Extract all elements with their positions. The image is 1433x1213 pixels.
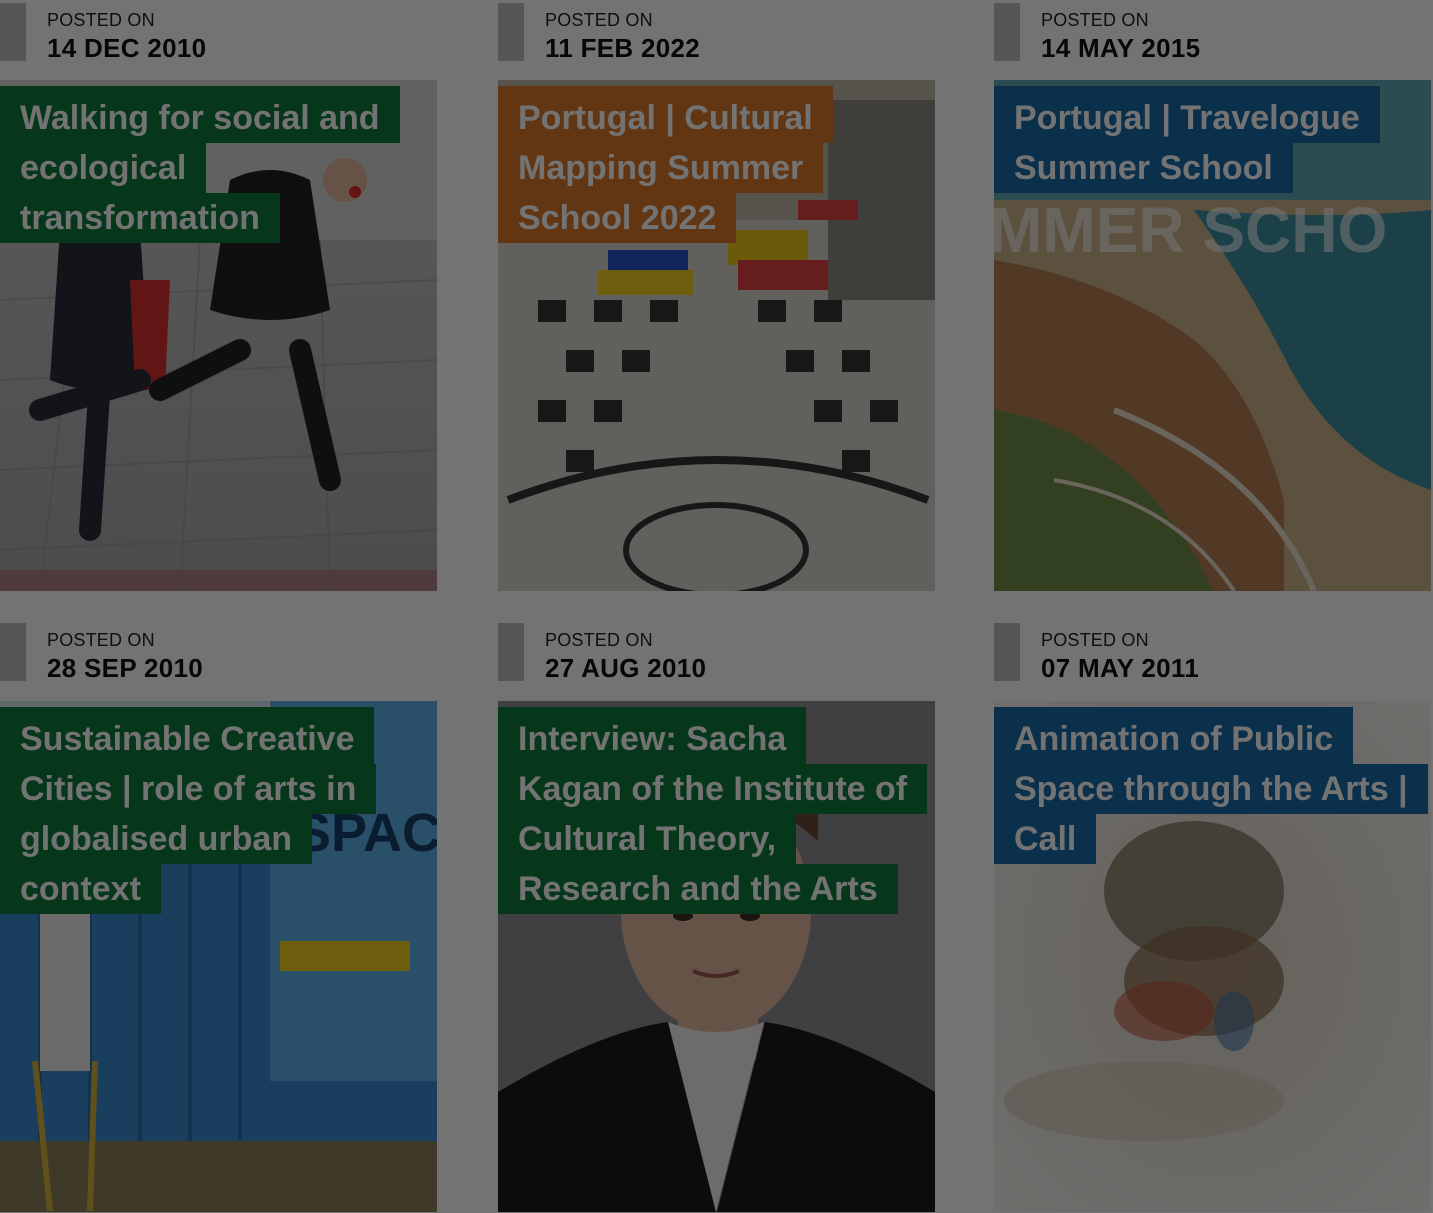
title-line[interactable]: Interview: Sacha xyxy=(498,707,807,764)
title-line[interactable]: Portugal | Travelogue xyxy=(994,86,1380,143)
post-meta: POSTED ON 14 DEC 2010 xyxy=(0,0,437,80)
posted-on-label: POSTED ON xyxy=(1041,10,1149,30)
meta-accent-bar xyxy=(0,623,26,681)
post-date: 27 AUG 2010 xyxy=(545,653,707,683)
meta-accent-bar xyxy=(994,623,1020,681)
aerial-overlay-text: MMER SCHO xyxy=(994,194,1387,266)
post-date: 07 MAY 2011 xyxy=(1041,653,1199,683)
post-thumbnail[interactable]: MMER SCHO Portugal | Travelogue Summer S… xyxy=(994,80,1431,591)
title-line[interactable]: ecological xyxy=(0,143,207,193)
post-card[interactable]: POSTED ON 14 MAY 2015 MMER SCHO Portugal… xyxy=(994,0,1431,592)
title-line[interactable]: School 2022 xyxy=(498,193,737,243)
post-date: 14 MAY 2015 xyxy=(1041,33,1201,63)
title-line[interactable]: Kagan of the Institute of xyxy=(498,764,928,814)
post-date: 28 SEP 2010 xyxy=(47,653,204,683)
title-line[interactable]: Cities | role of arts in xyxy=(0,764,377,814)
title-line[interactable]: Walking for social and xyxy=(0,86,400,143)
post-thumbnail[interactable]: SPACE Sustainable Creative Cities | role… xyxy=(0,701,437,1212)
title-line[interactable]: context xyxy=(0,864,161,914)
post-meta: POSTED ON 11 FEB 2022 xyxy=(498,0,935,80)
title-line[interactable]: Animation of Public xyxy=(994,707,1354,764)
meta-accent-bar xyxy=(498,623,524,681)
title-line[interactable]: Summer School xyxy=(994,143,1293,193)
post-title[interactable]: Sustainable Creative Cities | role of ar… xyxy=(0,707,420,914)
post-date: 11 FEB 2022 xyxy=(545,33,701,63)
title-line[interactable]: Mapping Summer xyxy=(498,143,824,193)
post-meta: POSTED ON 27 AUG 2010 xyxy=(498,620,935,700)
post-card[interactable]: POSTED ON 07 MAY 2011 Animation of Publi… xyxy=(994,620,1431,1213)
post-title[interactable]: Portugal | Cultural Mapping Summer Schoo… xyxy=(498,86,918,243)
post-title[interactable]: Animation of Public Space through the Ar… xyxy=(994,707,1428,864)
title-line[interactable]: Research and the Arts xyxy=(498,864,898,914)
posted-on-label: POSTED ON xyxy=(47,10,155,30)
title-line[interactable]: Portugal | Cultural xyxy=(498,86,833,143)
post-thumbnail[interactable]: Interview: Sacha Kagan of the Institute … xyxy=(498,701,935,1212)
post-card[interactable]: POSTED ON 27 AUG 2010 Interview: Sacha K… xyxy=(498,620,935,1213)
post-card[interactable]: POSTED ON 28 SEP 2010 SPACE Susta xyxy=(0,620,437,1213)
post-meta: POSTED ON 28 SEP 2010 xyxy=(0,620,437,700)
posted-on-label: POSTED ON xyxy=(47,630,155,650)
title-line[interactable]: Sustainable Creative xyxy=(0,707,375,764)
post-date: 14 DEC 2010 xyxy=(47,33,207,63)
post-card[interactable]: POSTED ON 14 DEC 2010 Walking for social… xyxy=(0,0,437,592)
title-line[interactable]: globalised urban xyxy=(0,814,313,864)
title-line[interactable]: Cultural Theory, xyxy=(498,814,797,864)
title-line[interactable]: transformation xyxy=(0,193,280,243)
post-title[interactable]: Interview: Sacha Kagan of the Institute … xyxy=(498,707,928,914)
post-card[interactable]: POSTED ON 11 FEB 2022 Portugal | Cultura… xyxy=(498,0,935,592)
posted-on-label: POSTED ON xyxy=(545,10,653,30)
post-meta: POSTED ON 14 MAY 2015 xyxy=(994,0,1431,80)
meta-accent-bar xyxy=(498,3,524,61)
post-meta: POSTED ON 07 MAY 2011 xyxy=(994,620,1431,700)
meta-accent-bar xyxy=(0,3,26,61)
posted-on-label: POSTED ON xyxy=(1041,630,1149,650)
post-thumbnail[interactable]: Animation of Public Space through the Ar… xyxy=(994,701,1431,1212)
title-line[interactable]: Call xyxy=(994,814,1097,864)
title-line[interactable]: Space through the Arts | xyxy=(994,764,1428,814)
post-title[interactable]: Portugal | Travelogue Summer School xyxy=(994,86,1414,193)
post-title[interactable]: Walking for social and ecological transf… xyxy=(0,86,420,243)
posted-on-label: POSTED ON xyxy=(545,630,653,650)
meta-accent-bar xyxy=(994,3,1020,61)
post-grid: POSTED ON 14 DEC 2010 Walking for social… xyxy=(0,0,1433,1213)
post-thumbnail[interactable]: Walking for social and ecological transf… xyxy=(0,80,437,591)
post-thumbnail[interactable]: Portugal | Cultural Mapping Summer Schoo… xyxy=(498,80,935,591)
